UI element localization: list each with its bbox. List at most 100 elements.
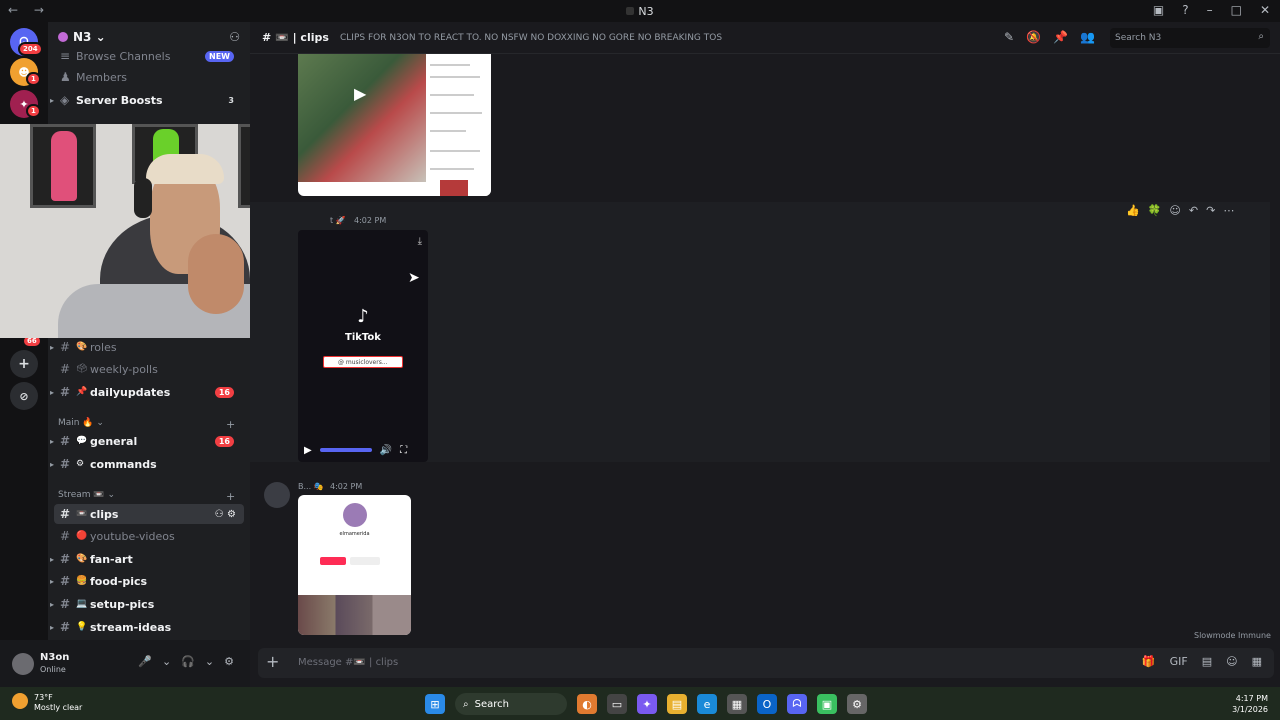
thumbs-up-icon[interactable]: 👍 [1126,204,1140,217]
outlook-icon[interactable]: O [757,694,777,714]
mouse-cursor-icon: ➤ [408,270,420,286]
boost-count: 3 [228,95,234,105]
tiktok-search: @ musiclovers... [323,356,403,368]
mention-badge: 16 [214,386,234,398]
attachment-image[interactable]: elmamerida [298,495,411,635]
chevron-down-icon: ⌄ [95,30,106,44]
pin-icon[interactable]: 📌 [1053,30,1068,44]
maximize-button[interactable]: □ [1231,3,1242,17]
mute-icon[interactable]: 🔕 [1026,30,1041,44]
channel-commands[interactable]: ▸ # ⚙ commands [50,454,244,474]
channel-topic[interactable]: CLIPS FOR N3ON TO REACT TO. NO NSFW NO D… [340,33,722,43]
screen-share-icon[interactable]: ▣ [1153,3,1164,17]
app-icon[interactable]: ▣ [817,694,837,714]
tiktok-video[interactable]: ⤓ ♪ TikTok @ musiclovers... ▶ 🔊 ⛶ [298,230,428,462]
add-attachment-icon[interactable]: + [266,652,279,671]
minimize-button[interactable]: – [1207,3,1213,17]
explore-icon[interactable]: ⊘ [10,382,38,410]
widgets-icon[interactable]: ◐ [577,694,597,714]
video-controls: ▶ 🔊 ⛶ [298,438,428,462]
chevron-down-icon[interactable]: ⌄ [162,655,171,668]
close-button[interactable]: ✕ [1260,3,1270,17]
channel-setup-pics[interactable]: ▸ # 💻 setup-pics [50,594,244,614]
channel-stream-ideas[interactable]: ▸ # 💡 stream-ideas [50,617,244,637]
mention-badge: 16 [214,435,234,447]
settings-icon[interactable]: ⚙ [847,694,867,714]
video-progress[interactable] [319,448,372,452]
gif-icon[interactable]: GIF [1170,655,1188,668]
gift-icon[interactable]: 🎁 [1142,655,1156,668]
message-composer[interactable]: + Message #📼 | clips 🎁 GIF ▤ ☺ ▦ [258,648,1274,678]
category-stream[interactable]: Stream 📼 ⌄ + [58,490,235,503]
sticker-icon[interactable]: ▤ [1202,655,1212,668]
volume-icon[interactable]: 🔊 [380,445,392,456]
add-reaction-icon[interactable]: ☺ [1169,204,1180,217]
threads-icon[interactable]: ✎ [1004,30,1014,44]
more-icon[interactable]: ⋯ [1223,204,1234,217]
forward-icon[interactable]: ↷ [1206,204,1215,217]
message-author[interactable]: B... 🎭 [298,482,324,491]
task-view-icon[interactable]: ▭ [607,694,627,714]
help-icon[interactable]: ? [1182,3,1188,17]
channel-settings-icon[interactable]: ⚇ ⚙ [215,509,236,520]
message-input[interactable]: Message #📼 | clips [298,657,398,668]
microphone-icon[interactable]: 🎤 [138,655,152,668]
weather-widget[interactable]: 73°F Mostly clear [12,693,82,713]
attachment-image[interactable]: ▶ [298,54,491,196]
channel-fan-art[interactable]: ▸ # 🎨 fan-art [50,549,244,569]
emoji-icon[interactable]: ☺ [1226,655,1237,668]
message-list: ▶ t 🚀 4:02 PM 👍 🍀 ☺ ↶ ↷ ⋯ ⤓ ♪ TikTok @ m… [250,54,1280,640]
store-icon[interactable]: ▦ [727,694,747,714]
members-item[interactable]: ♟ Members [54,67,244,87]
copilot-icon[interactable]: ✦ [637,694,657,714]
channel-food-pics[interactable]: ▸ # 🍔 food-pics [50,571,244,591]
list-icon: ≡ [60,49,71,63]
user-status: Online [40,665,66,674]
members-icon[interactable]: 👥 [1080,30,1095,44]
channel-dailyupdates[interactable]: ▸ # 📌 dailyupdates 16 [50,382,244,402]
channel-roles[interactable]: ▸ # 🎨 roles [50,337,244,357]
poster-pink [30,124,96,208]
browse-channels[interactable]: ≡ Browse Channels NEW [54,46,244,66]
category-main[interactable]: Main 🔥 ⌄ + [58,418,235,431]
comments-screenshot [426,54,491,196]
server-boosts-item[interactable]: ▸ ◈ Server Boosts 3 [50,90,244,110]
hand [188,234,244,314]
members-icon: ♟ [60,70,71,84]
channel-general[interactable]: ▸ # 💬 general 16 [50,431,244,451]
username: N3on [40,652,70,663]
follow-button [320,557,346,565]
search-icon: ⌕ [463,698,469,710]
apps-icon[interactable]: ▦ [1252,655,1262,668]
taskbar-search[interactable]: ⌕ Search [455,693,567,715]
avatar[interactable] [264,482,290,508]
discord-icon[interactable]: ᗣ [787,694,807,714]
reply-icon[interactable]: ↶ [1189,204,1198,217]
notification-badge: 1 [26,104,41,118]
profile-picture [343,503,367,527]
channel-header: # 📼 | clips CLIPS FOR N3ON TO REACT TO. … [250,22,1280,54]
add-server-button[interactable]: + [10,350,38,378]
channel-clips[interactable]: # 📼 clips ⚇ ⚙ [54,504,244,524]
search-input[interactable]: Search N3 ⌕ [1110,28,1270,48]
add-channel-icon[interactable]: + [226,490,235,503]
file-explorer-icon[interactable]: ▤ [667,694,687,714]
channel-youtube-videos[interactable]: # 🔴 youtube-videos [54,526,244,546]
channel-weekly-polls[interactable]: # 🗳 weekly-polls [54,359,244,379]
person-add-icon[interactable]: ⚇ [229,30,240,44]
channel-name: # 📼 | clips [262,31,329,44]
avatar[interactable] [12,653,34,675]
headset-icon[interactable]: 🎧 [181,655,195,668]
chevron-down-icon[interactable]: ⌄ [205,655,214,668]
start-icon[interactable]: ⊞ [425,694,445,714]
play-icon[interactable]: ▶ [304,445,312,456]
add-channel-icon[interactable]: + [226,418,235,431]
gear-icon[interactable]: ⚙ [224,655,234,668]
download-icon[interactable]: ⤓ [418,236,422,247]
message-timestamp: 4:02 PM [330,482,363,491]
clock[interactable]: 4:17 PM 3/1/2026 [1232,693,1268,715]
edge-icon[interactable]: e [697,694,717,714]
fullscreen-icon[interactable]: ⛶ [400,445,407,456]
message-author[interactable]: t 🚀 [330,216,346,225]
reaction-icon[interactable]: 🍀 [1148,204,1162,217]
